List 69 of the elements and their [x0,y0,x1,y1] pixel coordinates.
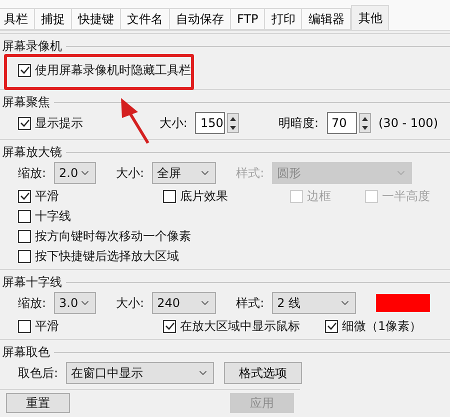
tab[interactable]: 编辑器 [301,8,352,30]
dropdown-value: 圆形 [277,165,302,182]
checkbox-label: 按方向键时每次移动一个像素 [35,228,191,245]
group-title: 屏幕取色 [1,344,50,360]
checkbox[interactable] [18,250,31,262]
checkbox[interactable] [163,320,176,332]
dropdown-value: 全屏 [157,165,182,182]
dropdown[interactable]: 2.0 [54,162,96,184]
field-label: 样式: [236,295,264,312]
tab[interactable]: 自动保存 [169,8,231,30]
checkbox[interactable] [18,230,31,242]
checkbox-label: 平滑 [35,318,59,335]
number-field[interactable]: 150 [195,112,226,134]
checkbox-label: 细微（1像素） [342,318,422,335]
checkbox-label: 一半高度 [382,188,430,205]
arrow-drawing [118,96,152,144]
checkbox-label: 底片效果 [180,188,228,205]
dropdown[interactable]: 240 [152,292,216,314]
format-options-button[interactable]: 格式选项 [224,362,302,384]
tab[interactable]: 其他 [351,5,390,30]
checkbox[interactable] [18,210,31,222]
number-value: 70 [332,115,347,132]
dropdown[interactable]: 3.0 [54,292,96,314]
checkbox-label: 边框 [307,188,331,205]
checkbox[interactable] [18,64,31,76]
checkbox-label: 平滑 [35,188,59,205]
dialog-button[interactable]: 重置 [6,393,70,413]
dropdown-value: 2 线 [277,295,301,312]
tab[interactable]: FTP [230,8,266,30]
field-label: 取色后: [18,365,58,382]
number-field[interactable]: 70 [326,112,356,134]
checkbox-label: 使用屏幕录像机时隐藏工具栏 [35,62,191,79]
checkbox[interactable] [163,190,176,202]
dropdown[interactable]: 在窗口中显示 [66,362,214,384]
checkbox-label: 十字线 [35,208,71,225]
spinner-arrows[interactable] [227,113,240,133]
number-value: 150 [200,115,224,132]
group-title: 屏幕录像机 [1,38,62,54]
dropdown-value: 3.0 [59,295,78,312]
checkbox-label: 按下快捷键后选择放大区域 [35,248,179,265]
tab[interactable]: 快捷键 [71,8,121,30]
field-label: 大小: [159,115,188,132]
dropdown-value: 在窗口中显示 [71,365,144,382]
field-label: 大小: [116,295,144,312]
checkbox-label: 显示提示 [35,115,83,132]
checkbox-label: 在放大区域中显示鼠标 [180,318,300,335]
tab[interactable]: 具栏 [0,8,35,30]
group-title: 屏幕放大镜 [1,144,62,160]
field-label: 缩放: [18,165,46,182]
checkbox[interactable] [325,320,338,332]
field-label: 大小: [116,165,144,182]
group-title: 屏幕聚焦 [1,94,50,110]
range-hint: (30 - 100) [378,115,438,132]
field-label: 明暗度: [278,115,318,132]
dropdown[interactable]: 2 线 [272,292,356,314]
checkbox[interactable] [18,116,31,130]
field-label: 样式: [236,165,264,182]
dropdown-value: 240 [157,295,180,312]
field-label: 缩放: [18,295,46,312]
checkbox[interactable] [18,190,31,202]
tab[interactable]: 打印 [264,8,302,30]
dropdown-value: 2.0 [59,165,78,182]
color-swatch[interactable] [376,294,430,312]
dropdown[interactable]: 全屏 [152,162,216,184]
tab[interactable]: 文件名 [120,8,170,30]
tab[interactable]: 捕捉 [34,8,72,30]
checkbox[interactable] [18,320,31,332]
spinner-arrows[interactable] [358,113,370,133]
group-title: 屏幕十字线 [1,274,62,290]
